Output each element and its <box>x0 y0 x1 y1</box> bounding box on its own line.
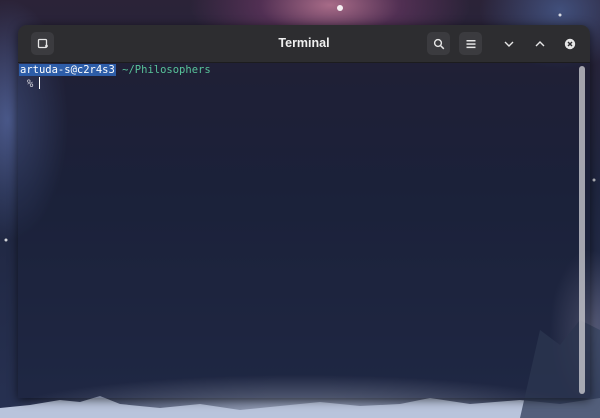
new-tab-button[interactable] <box>31 32 54 55</box>
headerbar: Terminal <box>18 25 590 63</box>
terminal-area[interactable]: artuda-s@c2r4s3 ~/Philosophers % <box>18 63 590 398</box>
prompt-line: artuda-s@c2r4s3 ~/Philosophers <box>19 64 211 76</box>
close-icon <box>564 38 575 49</box>
close-button[interactable] <box>558 32 581 55</box>
chevron-down-icon <box>504 41 513 47</box>
menu-button[interactable] <box>459 32 482 55</box>
minimize-button[interactable] <box>497 32 520 55</box>
prompt-user-host: artuda-s@c2r4s3 <box>19 64 116 76</box>
hamburger-menu-icon <box>466 39 475 48</box>
search-icon <box>433 38 444 49</box>
prompt-cwd: ~/Philosophers <box>122 64 211 76</box>
scrollbar[interactable] <box>579 66 585 394</box>
maximize-button[interactable] <box>528 32 551 55</box>
search-button[interactable] <box>427 32 450 55</box>
chevron-up-icon <box>535 40 544 46</box>
new-tab-icon <box>37 38 48 48</box>
text-cursor <box>39 77 40 89</box>
prompt-symbol: % <box>27 78 34 90</box>
terminal-window: Terminal artuda-s@c2r4s3 ~/Philosophers … <box>18 25 590 398</box>
